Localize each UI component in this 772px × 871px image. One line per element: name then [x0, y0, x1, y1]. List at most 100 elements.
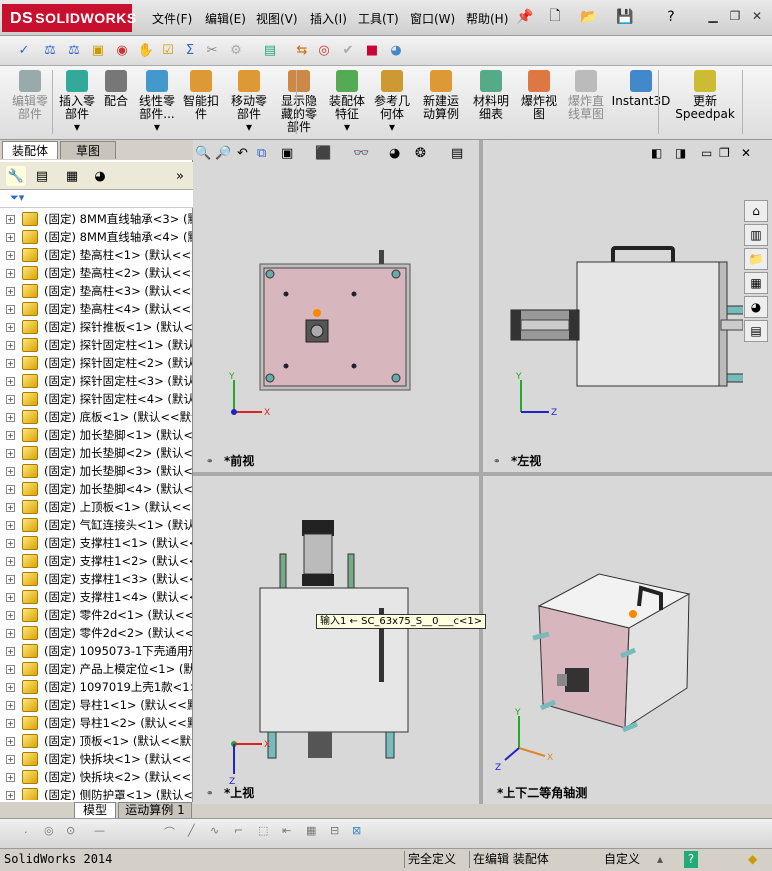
pattern-icon[interactable]: ▦: [306, 824, 316, 837]
expand-plus-icon[interactable]: +: [6, 341, 15, 350]
expand-plus-icon[interactable]: +: [6, 449, 15, 458]
viewport-divider-horizontal[interactable]: [193, 472, 772, 476]
expand-plus-icon[interactable]: +: [6, 539, 15, 548]
tree-node[interactable]: + (固定) 导柱1<2> (默认<<默: [0, 714, 192, 732]
tree-node[interactable]: + (固定) 气缸连接头<1> (默认: [0, 516, 192, 534]
custom-properties-icon[interactable]: ▤: [744, 320, 768, 342]
tree-node[interactable]: + (固定) 垫高柱<3> (默认<<9: [0, 282, 192, 300]
expand-plus-icon[interactable]: +: [6, 251, 15, 260]
tree-node[interactable]: + (固定) 探针固定柱<3> (默认: [0, 372, 192, 390]
expand-plus-icon[interactable]: +: [6, 269, 15, 278]
view-settings-icon[interactable]: ▤: [451, 146, 463, 161]
menu-tools[interactable]: 工具(T): [358, 10, 399, 27]
viewport-minimize-icon[interactable]: ▭: [701, 146, 712, 160]
tree-node[interactable]: + (固定) 探针推板<1> (默认<: [0, 318, 192, 336]
ribbon-button-7[interactable]: 装配体 特征 ▾: [326, 68, 368, 138]
chart-icon[interactable]: ▤: [260, 40, 280, 60]
tree-node[interactable]: + (固定) 产品上模定位<1> (默: [0, 660, 192, 678]
tree-node[interactable]: + (固定) 1097019上壳1款<1> (: [0, 678, 192, 696]
design-library-icon[interactable]: ▥: [744, 224, 768, 246]
tree-node[interactable]: + (固定) 加长垫脚<2> (默认<: [0, 444, 192, 462]
tree-node[interactable]: + (固定) 支撑柱1<2> (默认<<: [0, 552, 192, 570]
ribbon-button-11[interactable]: 爆炸视 图: [518, 68, 560, 138]
view-palette-icon[interactable]: ▦: [744, 272, 768, 294]
solidworks-logo[interactable]: DS SOLIDWORKS: [2, 4, 136, 32]
expand-plus-icon[interactable]: +: [6, 431, 15, 440]
tree-node[interactable]: + (固定) 垫高柱<4> (默认<<9: [0, 300, 192, 318]
expand-plus-icon[interactable]: +: [6, 683, 15, 692]
expand-plus-icon[interactable]: +: [6, 485, 15, 494]
viewport-restore-icon[interactable]: ❐: [719, 146, 730, 160]
save-icon[interactable]: 💾: [614, 6, 636, 28]
offset-icon[interactable]: ⊟: [330, 824, 339, 837]
tab-model[interactable]: 模型: [74, 802, 116, 818]
check-icon[interactable]: ◉: [112, 40, 132, 60]
expand-plus-icon[interactable]: +: [6, 377, 15, 386]
ribbon-button-9[interactable]: 新建运 动算例: [418, 68, 464, 138]
ribbon-button-1[interactable]: 插入零 部件 ▾: [56, 68, 98, 138]
smart-dimension-icon[interactable]: ⊠: [352, 824, 361, 837]
tree-node[interactable]: + (固定) 零件2d<1> (默认<<9: [0, 606, 192, 624]
move-icon[interactable]: ⇆: [292, 40, 312, 60]
tree-node[interactable]: + (固定) 顶板<1> (默认<<默认: [0, 732, 192, 750]
viewport-prev-icon[interactable]: ◧: [651, 146, 662, 160]
menu-insert[interactable]: 插入(I): [310, 10, 347, 27]
tree-node[interactable]: + (固定) 8MM直线轴承<4> (默: [0, 228, 192, 246]
expand-plus-icon[interactable]: +: [6, 755, 15, 764]
color-icon[interactable]: ◕: [386, 40, 406, 60]
expand-plus-icon[interactable]: +: [6, 305, 15, 314]
expand-plus-icon[interactable]: +: [6, 503, 15, 512]
tab-sketch[interactable]: 草图: [60, 141, 116, 159]
viewport-close-icon[interactable]: ✕: [741, 146, 751, 160]
restore-button[interactable]: ❐: [726, 8, 744, 24]
expand-plus-icon[interactable]: +: [6, 287, 15, 296]
tree-node[interactable]: + (固定) 零件2d<2> (默认<<9: [0, 624, 192, 642]
line-icon[interactable]: ╱: [188, 824, 195, 837]
menu-window[interactable]: 窗口(W): [410, 10, 455, 27]
previous-view-icon[interactable]: ↶: [237, 146, 248, 161]
menu-help[interactable]: 帮助(H): [466, 10, 508, 27]
menu-edit[interactable]: 编辑(E): [205, 10, 246, 27]
tab-motion-study[interactable]: 运动算例 1: [118, 802, 192, 818]
tree-node[interactable]: + (固定) 加长垫脚<4> (默认<: [0, 480, 192, 498]
configuration-manager-icon[interactable]: ▦: [62, 166, 82, 186]
centerline-icon[interactable]: —: [94, 824, 105, 837]
help-status-icon[interactable]: ?: [684, 851, 698, 868]
expand-plus-icon[interactable]: +: [6, 647, 15, 656]
tree-node[interactable]: + (固定) 垫高柱<1> (默认<<9: [0, 246, 192, 264]
tree-node[interactable]: + (固定) 侧防护罩<1> (默认<: [0, 786, 192, 800]
tree-node[interactable]: + (固定) 加长垫脚<1> (默认<: [0, 426, 192, 444]
tree-node[interactable]: + (固定) 1095073-1下壳通用形: [0, 642, 192, 660]
units-selector[interactable]: 自定义: [604, 851, 640, 868]
expand-icon[interactable]: »: [170, 166, 190, 186]
tree-node[interactable]: + (固定) 支撑柱1<4> (默认<<: [0, 588, 192, 606]
sum-icon[interactable]: Σ: [180, 40, 200, 60]
mass-properties-icon[interactable]: ⚖: [64, 40, 84, 60]
section-properties-icon[interactable]: ▣: [88, 40, 108, 60]
pin-icon[interactable]: 📌: [514, 6, 536, 28]
ribbon-button-10[interactable]: 材料明 细表: [468, 68, 514, 138]
polygon-icon[interactable]: ⊙: [66, 824, 75, 837]
file-explorer-icon[interactable]: 📁: [744, 248, 768, 270]
filter-icon[interactable]: ⏷▾: [10, 191, 24, 205]
expand-plus-icon[interactable]: +: [6, 521, 15, 530]
home-icon[interactable]: ⌂: [744, 200, 768, 222]
ribbon-button-2[interactable]: 配合: [100, 68, 132, 138]
minimize-button[interactable]: ▁: [704, 8, 722, 24]
notification-icon[interactable]: ◆: [748, 851, 757, 868]
viewport-next-icon[interactable]: ◨: [675, 146, 686, 160]
checkbox-icon[interactable]: ☑: [158, 40, 178, 60]
help-icon[interactable]: ?: [660, 6, 682, 28]
expand-plus-icon[interactable]: +: [6, 215, 15, 224]
units-dropdown-icon[interactable]: ▴: [657, 851, 663, 868]
tree-node[interactable]: + (固定) 底板<1> (默认<<默认: [0, 408, 192, 426]
tree-node[interactable]: + (固定) 支撑柱1<3> (默认<<: [0, 570, 192, 588]
expand-plus-icon[interactable]: +: [6, 323, 15, 332]
tree-node[interactable]: + (固定) 支撑柱1<1> (默认<<: [0, 534, 192, 552]
appearance-icon[interactable]: ◕: [389, 146, 400, 161]
appearances-icon[interactable]: ◕: [744, 296, 768, 318]
close-button[interactable]: ✕: [748, 8, 766, 24]
expand-plus-icon[interactable]: +: [6, 359, 15, 368]
spell-check-icon[interactable]: ✓: [14, 40, 34, 60]
tab-assembly[interactable]: 装配体: [2, 141, 58, 159]
